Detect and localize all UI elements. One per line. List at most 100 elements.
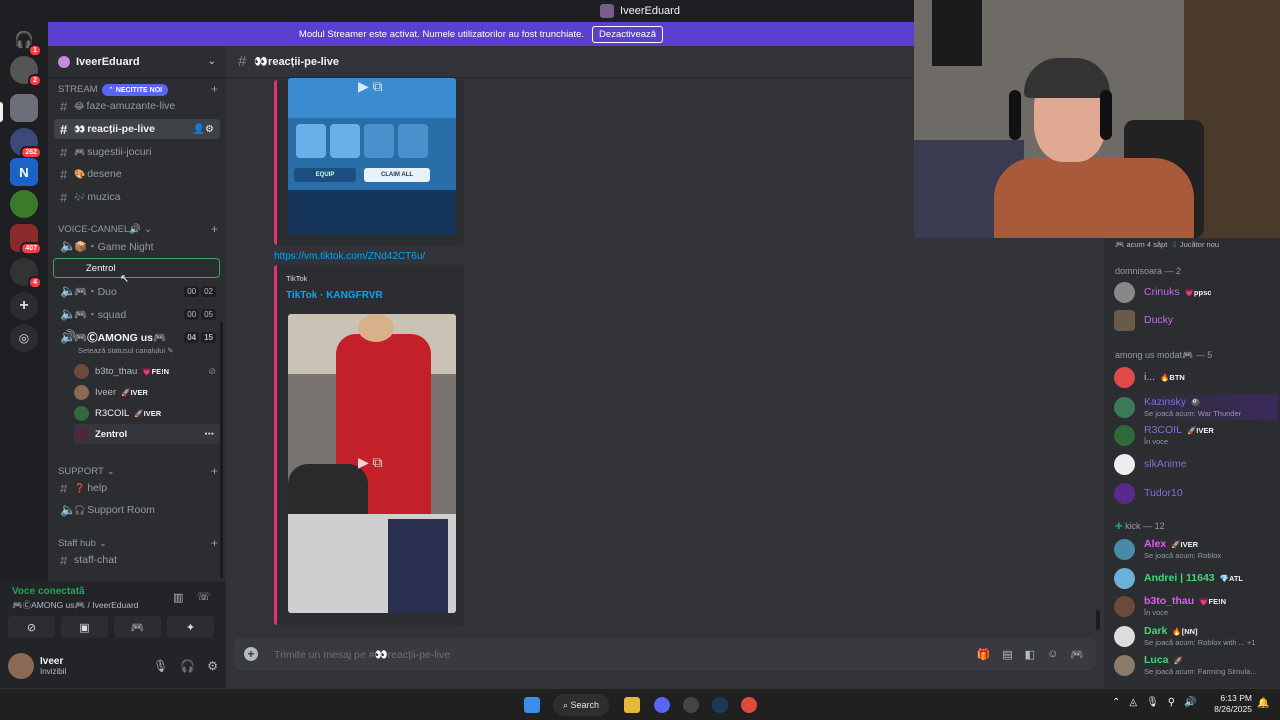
emoji-icon[interactable]: ☺	[1047, 648, 1058, 661]
attach-plus-icon[interactable]: +	[244, 647, 258, 661]
volume-icon[interactable]: 🔊	[1184, 697, 1196, 708]
discover-icon[interactable]: ◎	[10, 324, 38, 352]
voice-channel-duo[interactable]: 🔈 🎮・Duo 00 02	[54, 281, 220, 301]
gear-icon[interactable]: ⚙	[207, 659, 218, 673]
voice-user[interactable]: R3COIL 🚀IVER	[74, 403, 220, 423]
add-channel-icon[interactable]: +	[211, 536, 218, 550]
avatar	[1114, 595, 1135, 617]
voice-channel-link[interactable]: 🎮ⒸAMONG us🎮 / IveerEduard	[12, 599, 214, 611]
message-input[interactable]: Trimite un mesaj pe #👀reacții-pe-live	[274, 648, 450, 661]
home-icon[interactable]: 🎧 1	[10, 26, 42, 57]
voice-user[interactable]: Iveer 🚀IVER	[74, 382, 220, 402]
add-channel-icon[interactable]: +	[211, 464, 218, 478]
voice-channel-support-room[interactable]: 🔈 🎧 Support Room	[54, 500, 220, 520]
voice-channel-among-us[interactable]: 🔊 🎮ⒸAMONG us🎮 04 15	[54, 327, 220, 347]
steam-icon[interactable]	[712, 697, 728, 713]
play-icon[interactable]: ▶ ⧉	[358, 78, 383, 95]
network-icon[interactable]: ⚲	[1168, 697, 1175, 708]
notifications-icon[interactable]: 🔔	[1257, 698, 1269, 709]
item-card	[364, 124, 394, 158]
server-icon-active[interactable]	[10, 94, 38, 122]
category-label: Staff hub	[58, 537, 96, 549]
server-icon[interactable]: 407	[10, 224, 42, 255]
server-icon[interactable]	[10, 190, 38, 218]
guild-header[interactable]: IveerEduard ⌄	[48, 46, 226, 78]
banner-text: Modul Streamer este activat. Numele util…	[298, 28, 585, 40]
gif-icon[interactable]: ▤	[1002, 648, 1012, 661]
more-icon[interactable]: ⋯	[205, 429, 215, 440]
taskbar-search[interactable]: ⌕ Search	[553, 694, 609, 716]
channel-reactii-pe-live[interactable]: # 👀 reacții-pe-live 👤⚙	[54, 119, 220, 139]
member-row[interactable]: i... 🔥BTN	[1114, 364, 1278, 390]
screen-share-icon[interactable]: ▣	[61, 616, 108, 638]
discord-icon[interactable]	[654, 697, 670, 713]
role-tag: 🚀IVER	[1186, 425, 1214, 435]
file-explorer-icon[interactable]	[624, 697, 640, 713]
tray-app-icon[interactable]: ◬	[1129, 697, 1137, 708]
embed-title[interactable]: TikTok · KANGFRVR	[286, 290, 383, 301]
video-thumbnail[interactable]: ▶ ⧉	[288, 314, 456, 613]
invite-and-settings-icons[interactable]: 👤⚙	[193, 124, 214, 135]
member-row[interactable]: Luca 🚀 Se joacă acum: Farming Simula...	[1114, 652, 1278, 678]
soundboard-icon[interactable]: ✦	[167, 616, 214, 638]
voice-channel-squad[interactable]: 🔈 🎮・squad 00 05	[54, 304, 220, 324]
avatar	[1114, 567, 1135, 589]
voice-channel-game-night[interactable]: 🔈 📦・Game Night	[54, 236, 220, 256]
disable-streamer-button[interactable]: Dezactivează	[592, 25, 664, 43]
add-server-icon[interactable]: +	[10, 292, 38, 320]
channel-help[interactable]: # ❓ help	[54, 478, 220, 498]
member-row[interactable]: Tudor10	[1114, 480, 1278, 506]
activity-icon[interactable]: 🎮	[114, 616, 161, 638]
app-icon[interactable]	[683, 697, 699, 713]
channel-muzica[interactable]: # 🎶 muzica	[54, 187, 220, 207]
gift-icon[interactable]: 🎁	[977, 648, 991, 661]
server-logo-icon[interactable]: N	[10, 158, 38, 186]
server-icon[interactable]: 262	[10, 128, 42, 159]
noise-suppression-icon[interactable]: ▥	[173, 591, 183, 604]
sticker-icon[interactable]: ◧	[1025, 648, 1035, 661]
chevron-up-icon[interactable]: ⌃	[1112, 697, 1120, 708]
microphone-icon[interactable]: 🎙	[153, 659, 168, 673]
avatar	[74, 363, 89, 379]
voice-user[interactable]: b3to_thau 💗FE!N ⊘	[74, 361, 220, 381]
avatar[interactable]	[8, 653, 34, 679]
category-support[interactable]: SUPPORT ⌄ +	[58, 464, 218, 478]
taskbar-clock[interactable]: 6:13 PM 8/26/2025	[1210, 693, 1252, 715]
apps-icon[interactable]: 🎮	[1070, 648, 1084, 661]
start-icon[interactable]	[524, 697, 540, 713]
member-row[interactable]: slkAnime	[1114, 451, 1278, 477]
channel-desene[interactable]: # 🎨 desene	[54, 164, 220, 184]
member-row[interactable]: Kazinsky 🎱 Se joacă acum: War Thunder	[1114, 394, 1278, 420]
play-icon[interactable]: ▶ ⧉	[358, 454, 383, 471]
group-title-text: kick — 12	[1125, 521, 1165, 531]
member-row[interactable]: R3COIL 🚀IVER În voce	[1114, 422, 1278, 448]
headphones-icon[interactable]: 🎧	[180, 659, 195, 673]
add-channel-icon[interactable]: +	[211, 222, 218, 236]
category-staff[interactable]: Staff hub ⌄ +	[58, 536, 218, 550]
channel-scrollbar[interactable]	[220, 322, 223, 578]
member-row[interactable]: Alex 🚀IVER Se joacă acum: Roblox	[1114, 536, 1278, 562]
server-icon[interactable]: 4	[10, 258, 42, 289]
member-row[interactable]: Crinuks 💗ppsc	[1114, 279, 1278, 305]
camera-off-icon[interactable]: ⊘	[8, 616, 55, 638]
add-channel-icon[interactable]: +	[211, 82, 218, 96]
category-voice[interactable]: VOICE-CANNEL🔊 ⌄ +	[58, 222, 218, 236]
member-row[interactable]: Dark 🔥[NN] Se joacă acum: Roblox with ... …	[1114, 623, 1278, 649]
member-row[interactable]: b3to_thau 💗FE!N În voce	[1114, 593, 1278, 619]
new-unreads-pill[interactable]: ⌃ NECITITE NOI	[102, 84, 169, 96]
tiktok-link[interactable]: https://vm.tiktok.com/ZNd42CT6u/	[274, 251, 425, 262]
taskbar: ⌕ Search ⌃ ◬ 🎙 ⚲ 🔊 6:13 PM 8/26/2025 🔔	[0, 688, 1280, 720]
channel-faze-amuzante-live[interactable]: # 😂 faze-amuzante-live	[54, 96, 220, 116]
channel-staff-chat[interactable]: # staff-chat	[54, 550, 220, 570]
voice-user-selected[interactable]: Zentrol ⋯	[74, 424, 220, 444]
member-row[interactable]: Ducky	[1114, 307, 1278, 333]
member-row[interactable]: Andrei | 11643 💎ATL	[1114, 565, 1278, 591]
server-icon[interactable]: 2	[10, 56, 42, 87]
channel-status-prompt[interactable]: Setează statusul canalului ✎	[78, 346, 174, 355]
disconnect-icon[interactable]: ☏	[197, 590, 211, 603]
microphone-icon[interactable]: 🎙	[1146, 697, 1159, 708]
video-thumbnail[interactable]: EQUIP CLAIM ALL ▶ ⧉	[288, 78, 456, 235]
chrome-icon[interactable]	[741, 697, 757, 713]
channel-sugestii-jocuri[interactable]: # 🎮 sugestii-jocuri	[54, 142, 220, 162]
chat-scrollbar[interactable]	[1096, 610, 1100, 630]
